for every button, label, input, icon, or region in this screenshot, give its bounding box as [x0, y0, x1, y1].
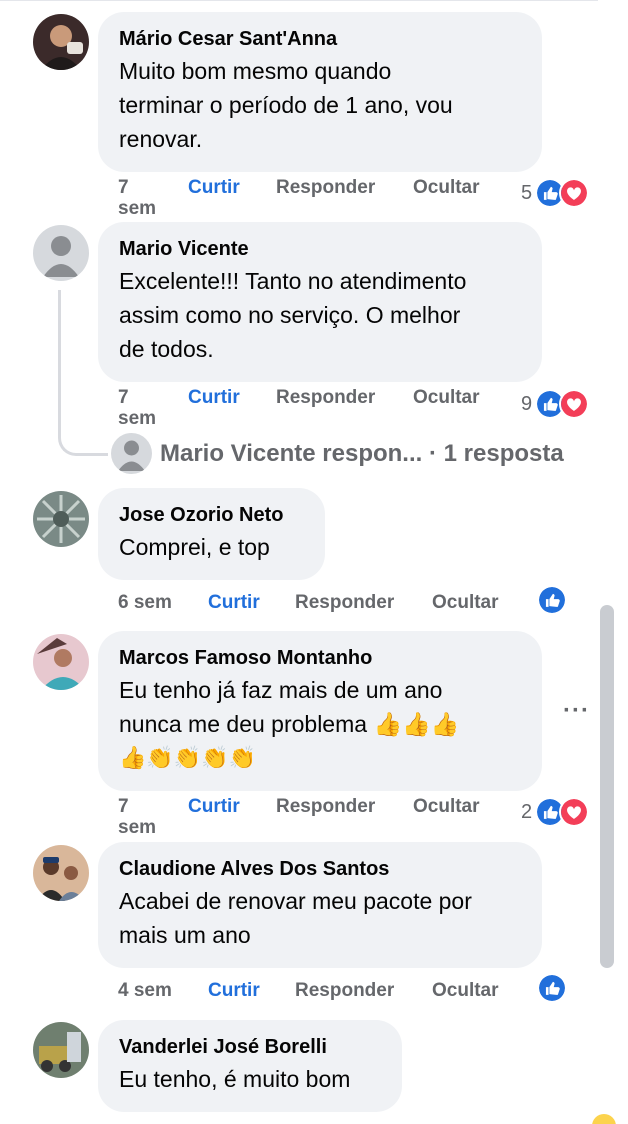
love-icon: [559, 389, 590, 419]
comment-text: Eu tenho, é muito bom: [119, 1066, 351, 1092]
view-replies-link[interactable]: Mario Vicente respon... · 1 resposta: [111, 433, 564, 474]
reply-button[interactable]: Responder: [295, 592, 394, 614]
hide-button[interactable]: Ocultar: [413, 177, 480, 199]
comment-author[interactable]: Claudione Alves Dos Santos: [119, 856, 520, 882]
comment-time[interactable]: 7 sem: [118, 387, 168, 429]
avatar[interactable]: [33, 634, 89, 690]
scrollbar[interactable]: [600, 605, 614, 968]
comment-bubble: Claudione Alves Dos Santos Acabei de ren…: [98, 842, 542, 968]
comment-text: Excelente!!! Tanto no atendimento assim …: [119, 268, 467, 362]
comment-text: Eu tenho já faz mais de um ano nunca me …: [119, 677, 460, 770]
reaction-summary[interactable]: 5: [521, 178, 590, 208]
comment-author[interactable]: Marcos Famoso Montanho: [119, 645, 520, 671]
reply-button[interactable]: Responder: [276, 796, 375, 818]
like-icon: [537, 973, 567, 1003]
love-icon: [559, 178, 590, 208]
comment-time[interactable]: 4 sem: [118, 980, 172, 1002]
love-icon: [559, 797, 590, 827]
reaction-count: 5: [521, 181, 533, 204]
like-button[interactable]: Curtir: [188, 796, 240, 818]
reply-button[interactable]: Responder: [295, 980, 394, 1002]
hide-button[interactable]: Ocultar: [432, 980, 499, 1002]
comment-bubble: Jose Ozorio Neto Comprei, e top: [98, 488, 325, 580]
like-button[interactable]: Curtir: [188, 387, 240, 409]
reaction-summary[interactable]: 9: [521, 389, 590, 419]
reply-summary-text[interactable]: Mario Vicente respon... · 1 resposta: [160, 440, 564, 468]
comment-time[interactable]: 7 sem: [118, 796, 168, 838]
reply-button[interactable]: Responder: [276, 177, 375, 199]
avatar[interactable]: [33, 845, 89, 901]
comment-author[interactable]: Jose Ozorio Neto: [119, 502, 303, 528]
like-button[interactable]: Curtir: [208, 592, 260, 614]
hide-button[interactable]: Ocultar: [413, 796, 480, 818]
comment-bubble: Mario Vicente Excelente!!! Tanto no aten…: [98, 222, 542, 382]
comment-text: Acabei de renovar meu pacote por mais um…: [119, 888, 472, 948]
hide-button[interactable]: Ocultar: [413, 387, 480, 409]
like-button[interactable]: Curtir: [208, 980, 260, 1002]
reaction-summary[interactable]: [537, 973, 567, 1003]
comment-text: Muito bom mesmo quando terminar o períod…: [119, 58, 453, 152]
comment-bubble: Marcos Famoso Montanho Eu tenho já faz m…: [98, 631, 542, 791]
emoji-icon: [592, 1114, 616, 1124]
reply-thread-line: [58, 290, 108, 456]
reaction-count: 9: [521, 392, 533, 415]
more-options-icon[interactable]: ···: [563, 697, 590, 725]
avatar[interactable]: [33, 225, 89, 281]
reaction-summary[interactable]: [537, 585, 567, 615]
comment-text: Comprei, e top: [119, 534, 270, 560]
avatar[interactable]: [33, 14, 89, 70]
avatar[interactable]: [33, 491, 89, 547]
reaction-count: 2: [521, 800, 533, 823]
like-icon: [537, 585, 567, 615]
avatar: [111, 433, 152, 474]
comment-bubble: Vanderlei José Borelli Eu tenho, é muito…: [98, 1020, 402, 1112]
comment-author[interactable]: Mário Cesar Sant'Anna: [119, 26, 520, 52]
comment-time[interactable]: 7 sem: [118, 177, 168, 219]
reply-button[interactable]: Responder: [276, 387, 375, 409]
comment-bubble: Mário Cesar Sant'Anna Muito bom mesmo qu…: [98, 12, 542, 172]
reaction-summary[interactable]: 2: [521, 797, 590, 827]
top-divider: [0, 0, 598, 1]
comment-author[interactable]: Vanderlei José Borelli: [119, 1034, 380, 1060]
like-button[interactable]: Curtir: [188, 177, 240, 199]
avatar[interactable]: [33, 1022, 89, 1078]
hide-button[interactable]: Ocultar: [432, 592, 499, 614]
comment-author[interactable]: Mario Vicente: [119, 236, 520, 262]
comment-time[interactable]: 6 sem: [118, 592, 172, 614]
